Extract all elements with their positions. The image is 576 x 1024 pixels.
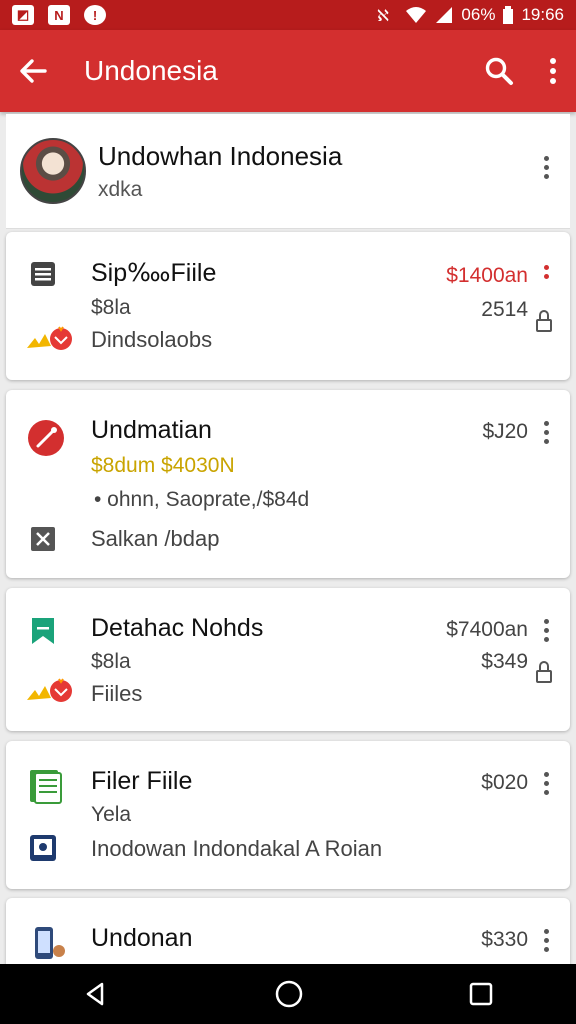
- app-tile-icon: [28, 833, 58, 863]
- nav-home-icon[interactable]: [274, 979, 304, 1009]
- item-title: Undmatian: [91, 416, 212, 444]
- flame-badge-icon: [24, 676, 80, 706]
- list-item[interactable]: Sip‱Fiile $8la Dindsolaobs $1400an 2514: [6, 232, 570, 380]
- item-amount: $J20: [482, 420, 528, 443]
- news-notification-icon: N: [48, 5, 70, 25]
- spreadsheet-icon: [28, 769, 64, 805]
- lock-icon: [536, 661, 552, 683]
- signal-icon: [436, 7, 453, 23]
- item-subtitle: $8dum $4030N: [91, 454, 235, 477]
- profile-name: Undowhan Indonesia: [98, 140, 343, 171]
- avatar: [20, 138, 86, 204]
- bookmark-icon: [28, 616, 58, 646]
- no-entry-icon: [26, 418, 66, 458]
- profile-header[interactable]: Undowhan Indonesia xdka: [6, 114, 570, 229]
- list-item[interactable]: Detahac Nohds $8la Fiiles $7400an $349: [6, 588, 570, 731]
- more-vert-icon[interactable]: [542, 421, 550, 444]
- nfc-icon: ℵ: [377, 8, 389, 24]
- image-notification-icon: ◩: [12, 5, 34, 25]
- flame-badge-icon: [24, 324, 80, 354]
- more-vert-icon[interactable]: [542, 265, 550, 279]
- app-bar: Undonesia: [0, 30, 576, 112]
- back-arrow-icon[interactable]: [18, 56, 48, 86]
- search-icon[interactable]: [484, 56, 514, 86]
- svg-text:ℵ: ℵ: [377, 8, 389, 24]
- item-description: Inodowan Indondakal A Roian: [91, 836, 383, 861]
- item-title: Filer Fiile: [91, 767, 193, 795]
- system-navigation-bar: [0, 964, 576, 1024]
- more-vert-icon[interactable]: [548, 57, 558, 85]
- item-amount-secondary: 2514: [481, 298, 528, 321]
- item-title: Sip‱Fiile: [91, 259, 217, 287]
- document-icon: [28, 259, 58, 289]
- item-title: Undonan: [91, 924, 193, 952]
- item-amount: $330: [481, 928, 528, 951]
- system-indicators: ℵ 06% 19:66: [377, 5, 564, 25]
- lock-icon: [536, 310, 552, 332]
- item-amount: $1400an: [446, 264, 528, 287]
- item-description: Dindsolaobs: [91, 327, 213, 352]
- item-subtitle: $8la: [91, 296, 131, 319]
- item-description: Fiiles: [91, 681, 143, 706]
- notification-icons: ◩ N !: [12, 5, 106, 25]
- item-subtitle: $8la: [91, 650, 131, 673]
- close-box-icon: [28, 524, 58, 554]
- clock: 19:66: [521, 5, 564, 24]
- profile-subtitle: xdka: [98, 177, 143, 201]
- more-vert-icon[interactable]: [542, 619, 550, 642]
- more-vert-icon[interactable]: [542, 156, 550, 179]
- item-amount-secondary: $349: [481, 650, 528, 673]
- page-title: Undonesia: [84, 55, 218, 86]
- item-title: Detahac Nohds: [91, 614, 264, 642]
- wifi-icon: [406, 7, 427, 23]
- item-subtitle: Yela: [91, 803, 132, 826]
- item-amount: $7400an: [446, 618, 528, 641]
- nav-back-icon[interactable]: [82, 980, 110, 1008]
- list-item[interactable]: Filer Fiile Yela Inodowan Indondakal A R…: [6, 741, 570, 889]
- item-amount: $020: [481, 771, 528, 794]
- battery-icon: [503, 6, 514, 24]
- status-bar: ◩ N ! ℵ 06% 19:66: [0, 0, 576, 30]
- alert-notification-icon: !: [84, 5, 106, 25]
- more-vert-icon[interactable]: [542, 929, 550, 952]
- phone-hand-icon: [28, 924, 68, 964]
- battery-percent: 06%: [461, 5, 496, 24]
- more-vert-icon[interactable]: [542, 772, 550, 795]
- list-item[interactable]: Undmatian $8dum $4030N • ohnn, Saoprate,…: [6, 390, 570, 578]
- item-description: • ohnn, Saoprate,/$84d: [94, 488, 310, 511]
- item-note: Salkan /bdap: [91, 526, 220, 551]
- nav-recents-icon[interactable]: [468, 981, 494, 1007]
